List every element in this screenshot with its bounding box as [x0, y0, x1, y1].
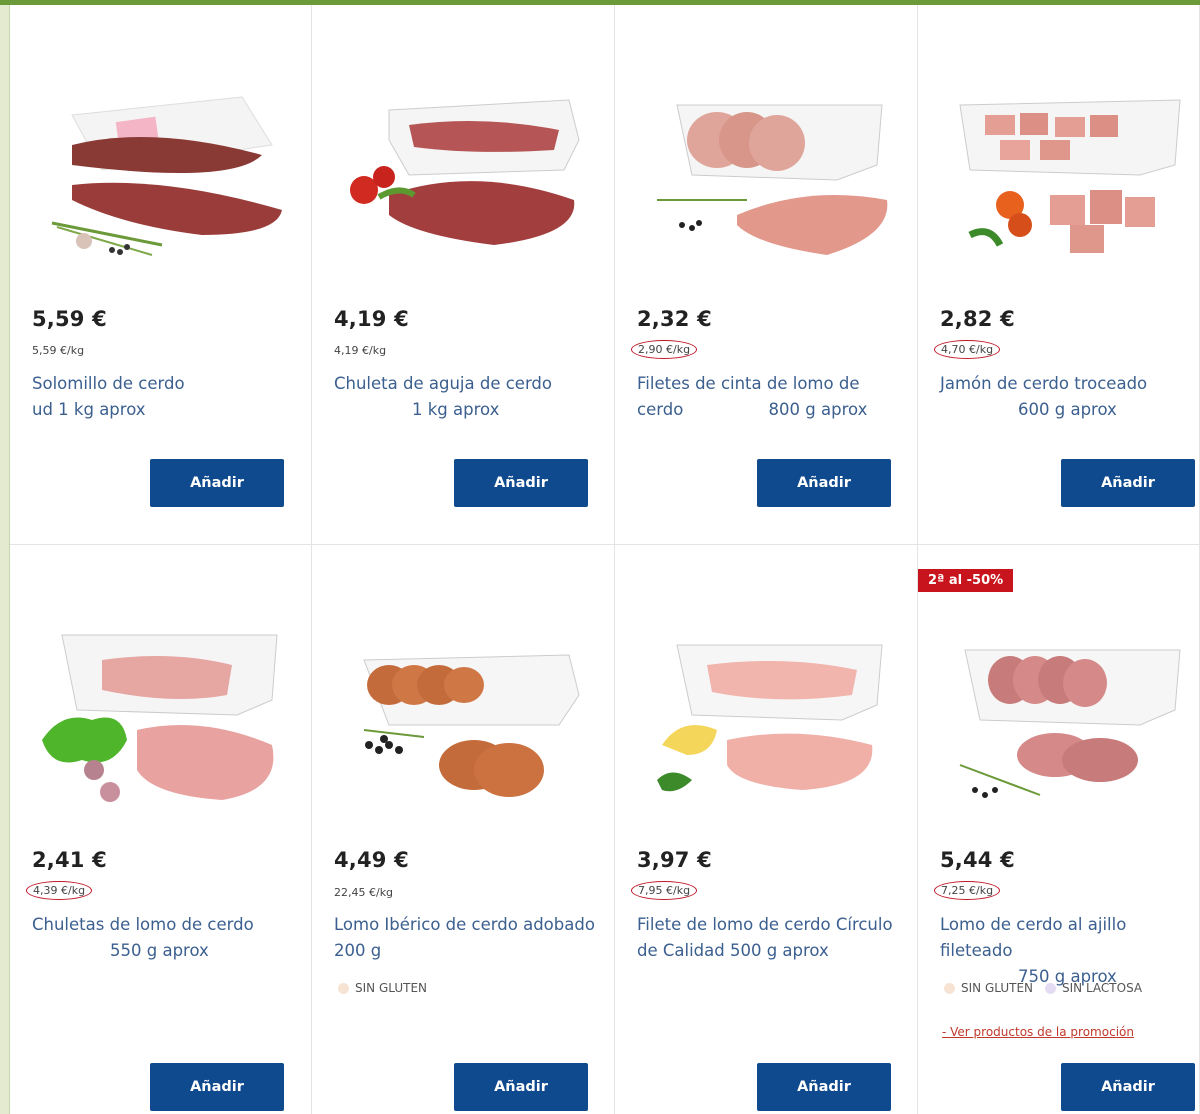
product-name-line1[interactable]: Solomillo de cerdo	[32, 371, 297, 397]
product-name-line2[interactable]: 550 g aprox	[32, 938, 297, 964]
add-to-cart-button[interactable]: Añadir	[454, 1063, 588, 1111]
product-name[interactable]: Jamón de cerdo troceado 600 g aprox	[940, 371, 1200, 423]
product-name-line2-part2[interactable]: 800 g aprox	[689, 400, 868, 419]
product-price: 5,59 €	[32, 307, 107, 331]
product-image	[42, 634, 278, 802]
product-name-line2[interactable]: cerdo 800 g aprox	[637, 397, 902, 423]
unit-price-circled: 7,25 €/kg	[934, 881, 1001, 900]
tag-label: SIN GLUTEN	[355, 981, 428, 995]
product-name[interactable]: Chuleta de aguja de cerdo 1 kg aprox	[334, 371, 599, 423]
unit-price: 22,45 €/kg	[334, 886, 394, 899]
product-name-line1[interactable]: Jamón de cerdo troceado	[940, 371, 1200, 397]
product-name-line2[interactable]: 200 g	[334, 938, 599, 964]
product-image	[51, 96, 282, 256]
add-to-cart-button[interactable]: Añadir	[1061, 459, 1195, 507]
product-price: 4,49 €	[334, 848, 409, 872]
product-card: 5,59 € 5,59 €/kg Solomillo de cerdo ud 1…	[10, 5, 312, 545]
sin-lactosa-icon	[1045, 982, 1057, 994]
unit-price-circled: 7,95 €/kg	[631, 881, 698, 900]
product-name-line2[interactable]: de Calidad 500 g aprox	[637, 938, 902, 964]
product-name-line2[interactable]: ud 1 kg aprox	[32, 397, 297, 423]
product-name-line1[interactable]: Lomo Ibérico de cerdo adobado	[334, 912, 599, 938]
product-grid: 5,59 € 5,59 €/kg Solomillo de cerdo ud 1…	[10, 5, 1200, 1114]
tag-label: SIN LACTOSA	[1062, 981, 1143, 995]
product-image	[350, 99, 580, 245]
sin-gluten-icon	[338, 982, 349, 994]
product-price: 3,97 €	[637, 848, 712, 872]
sin-gluten-icon	[944, 982, 955, 994]
unit-price-circled: 4,39 €/kg	[26, 881, 93, 900]
add-to-cart-button[interactable]: Añadir	[757, 1063, 891, 1111]
product-name-line1[interactable]: Chuleta de aguja de cerdo	[334, 371, 599, 397]
product-name-line2[interactable]: 1 kg aprox	[334, 397, 599, 423]
product-image	[959, 649, 1181, 798]
promo-products-link[interactable]: - Ver productos de la promoción	[942, 1025, 1134, 1039]
add-to-cart-button[interactable]: Añadir	[150, 1063, 284, 1111]
product-card: 4,49 € 22,45 €/kg Lomo Ibérico de cerdo …	[312, 545, 615, 1114]
product-image	[363, 654, 580, 797]
product-name[interactable]: Lomo Ibérico de cerdo adobado 200 g	[334, 912, 599, 964]
unit-price-circled: 2,90 €/kg	[631, 340, 698, 359]
product-tags: SIN GLUTEN	[338, 981, 427, 995]
product-card: 4,19 € 4,19 €/kg Chuleta de aguja de cer…	[312, 5, 615, 545]
product-price: 4,19 €	[334, 307, 409, 331]
product-name[interactable]: Filetes de cinta de lomo de cerdo 800 g …	[637, 371, 902, 423]
promo-badge: 2ª al -50%	[918, 569, 1014, 592]
product-image	[657, 644, 883, 792]
product-price: 5,44 €	[940, 848, 1015, 872]
product-name-line1[interactable]: Lomo de cerdo al ajillo fileteado	[940, 912, 1198, 964]
product-name-line1[interactable]: Filetes de cinta de lomo de	[637, 371, 902, 397]
tag-sin-gluten: SIN GLUTEN	[944, 981, 1033, 995]
add-to-cart-button[interactable]: Añadir	[150, 459, 284, 507]
product-price: 2,82 €	[940, 307, 1015, 331]
add-to-cart-button[interactable]: Añadir	[1061, 1063, 1195, 1111]
add-to-cart-button[interactable]: Añadir	[454, 459, 588, 507]
left-sidebar-strip	[0, 5, 10, 1114]
product-name-line2[interactable]: 600 g aprox	[940, 397, 1200, 423]
product-tags: SIN GLUTEN SIN LACTOSA	[944, 981, 1142, 995]
product-name[interactable]: Lomo de cerdo al ajillo fileteado 750 g …	[940, 912, 1198, 990]
product-name[interactable]: Chuletas de lomo de cerdo 550 g aprox	[32, 912, 297, 964]
unit-price: 4,19 €/kg	[334, 344, 387, 357]
add-to-cart-button[interactable]: Añadir	[757, 459, 891, 507]
product-card: 2ª al -50% 5,44 € 7,25 €/kg Lomo de cerd…	[918, 545, 1200, 1114]
product-card: 2,82 € 4,70 €/kg Jamón de cerdo troceado…	[918, 5, 1200, 545]
unit-price-circled: 4,70 €/kg	[934, 340, 1001, 359]
product-image	[959, 99, 1181, 253]
product-price: 2,32 €	[637, 307, 712, 331]
product-card: 2,32 € 2,90 €/kg Filetes de cinta de lom…	[615, 5, 918, 545]
product-price: 2,41 €	[32, 848, 107, 872]
tag-sin-lactosa: SIN LACTOSA	[1045, 981, 1142, 995]
product-card: 3,97 € 7,95 €/kg Filete de lomo de cerdo…	[615, 545, 918, 1114]
product-card: 2,41 € 4,39 €/kg Chuletas de lomo de cer…	[10, 545, 312, 1114]
product-image	[657, 104, 888, 255]
product-name-line2-part1[interactable]: cerdo	[637, 400, 683, 419]
product-name[interactable]: Solomillo de cerdo ud 1 kg aprox	[32, 371, 297, 423]
unit-price: 5,59 €/kg	[32, 344, 85, 357]
product-name-line1[interactable]: Chuletas de lomo de cerdo	[32, 912, 297, 938]
tag-sin-gluten: SIN GLUTEN	[338, 981, 427, 995]
tag-label: SIN GLUTEN	[961, 981, 1034, 995]
product-name[interactable]: Filete de lomo de cerdo Círculo de Calid…	[637, 912, 902, 964]
product-name-line1[interactable]: Filete de lomo de cerdo Círculo	[637, 912, 902, 938]
